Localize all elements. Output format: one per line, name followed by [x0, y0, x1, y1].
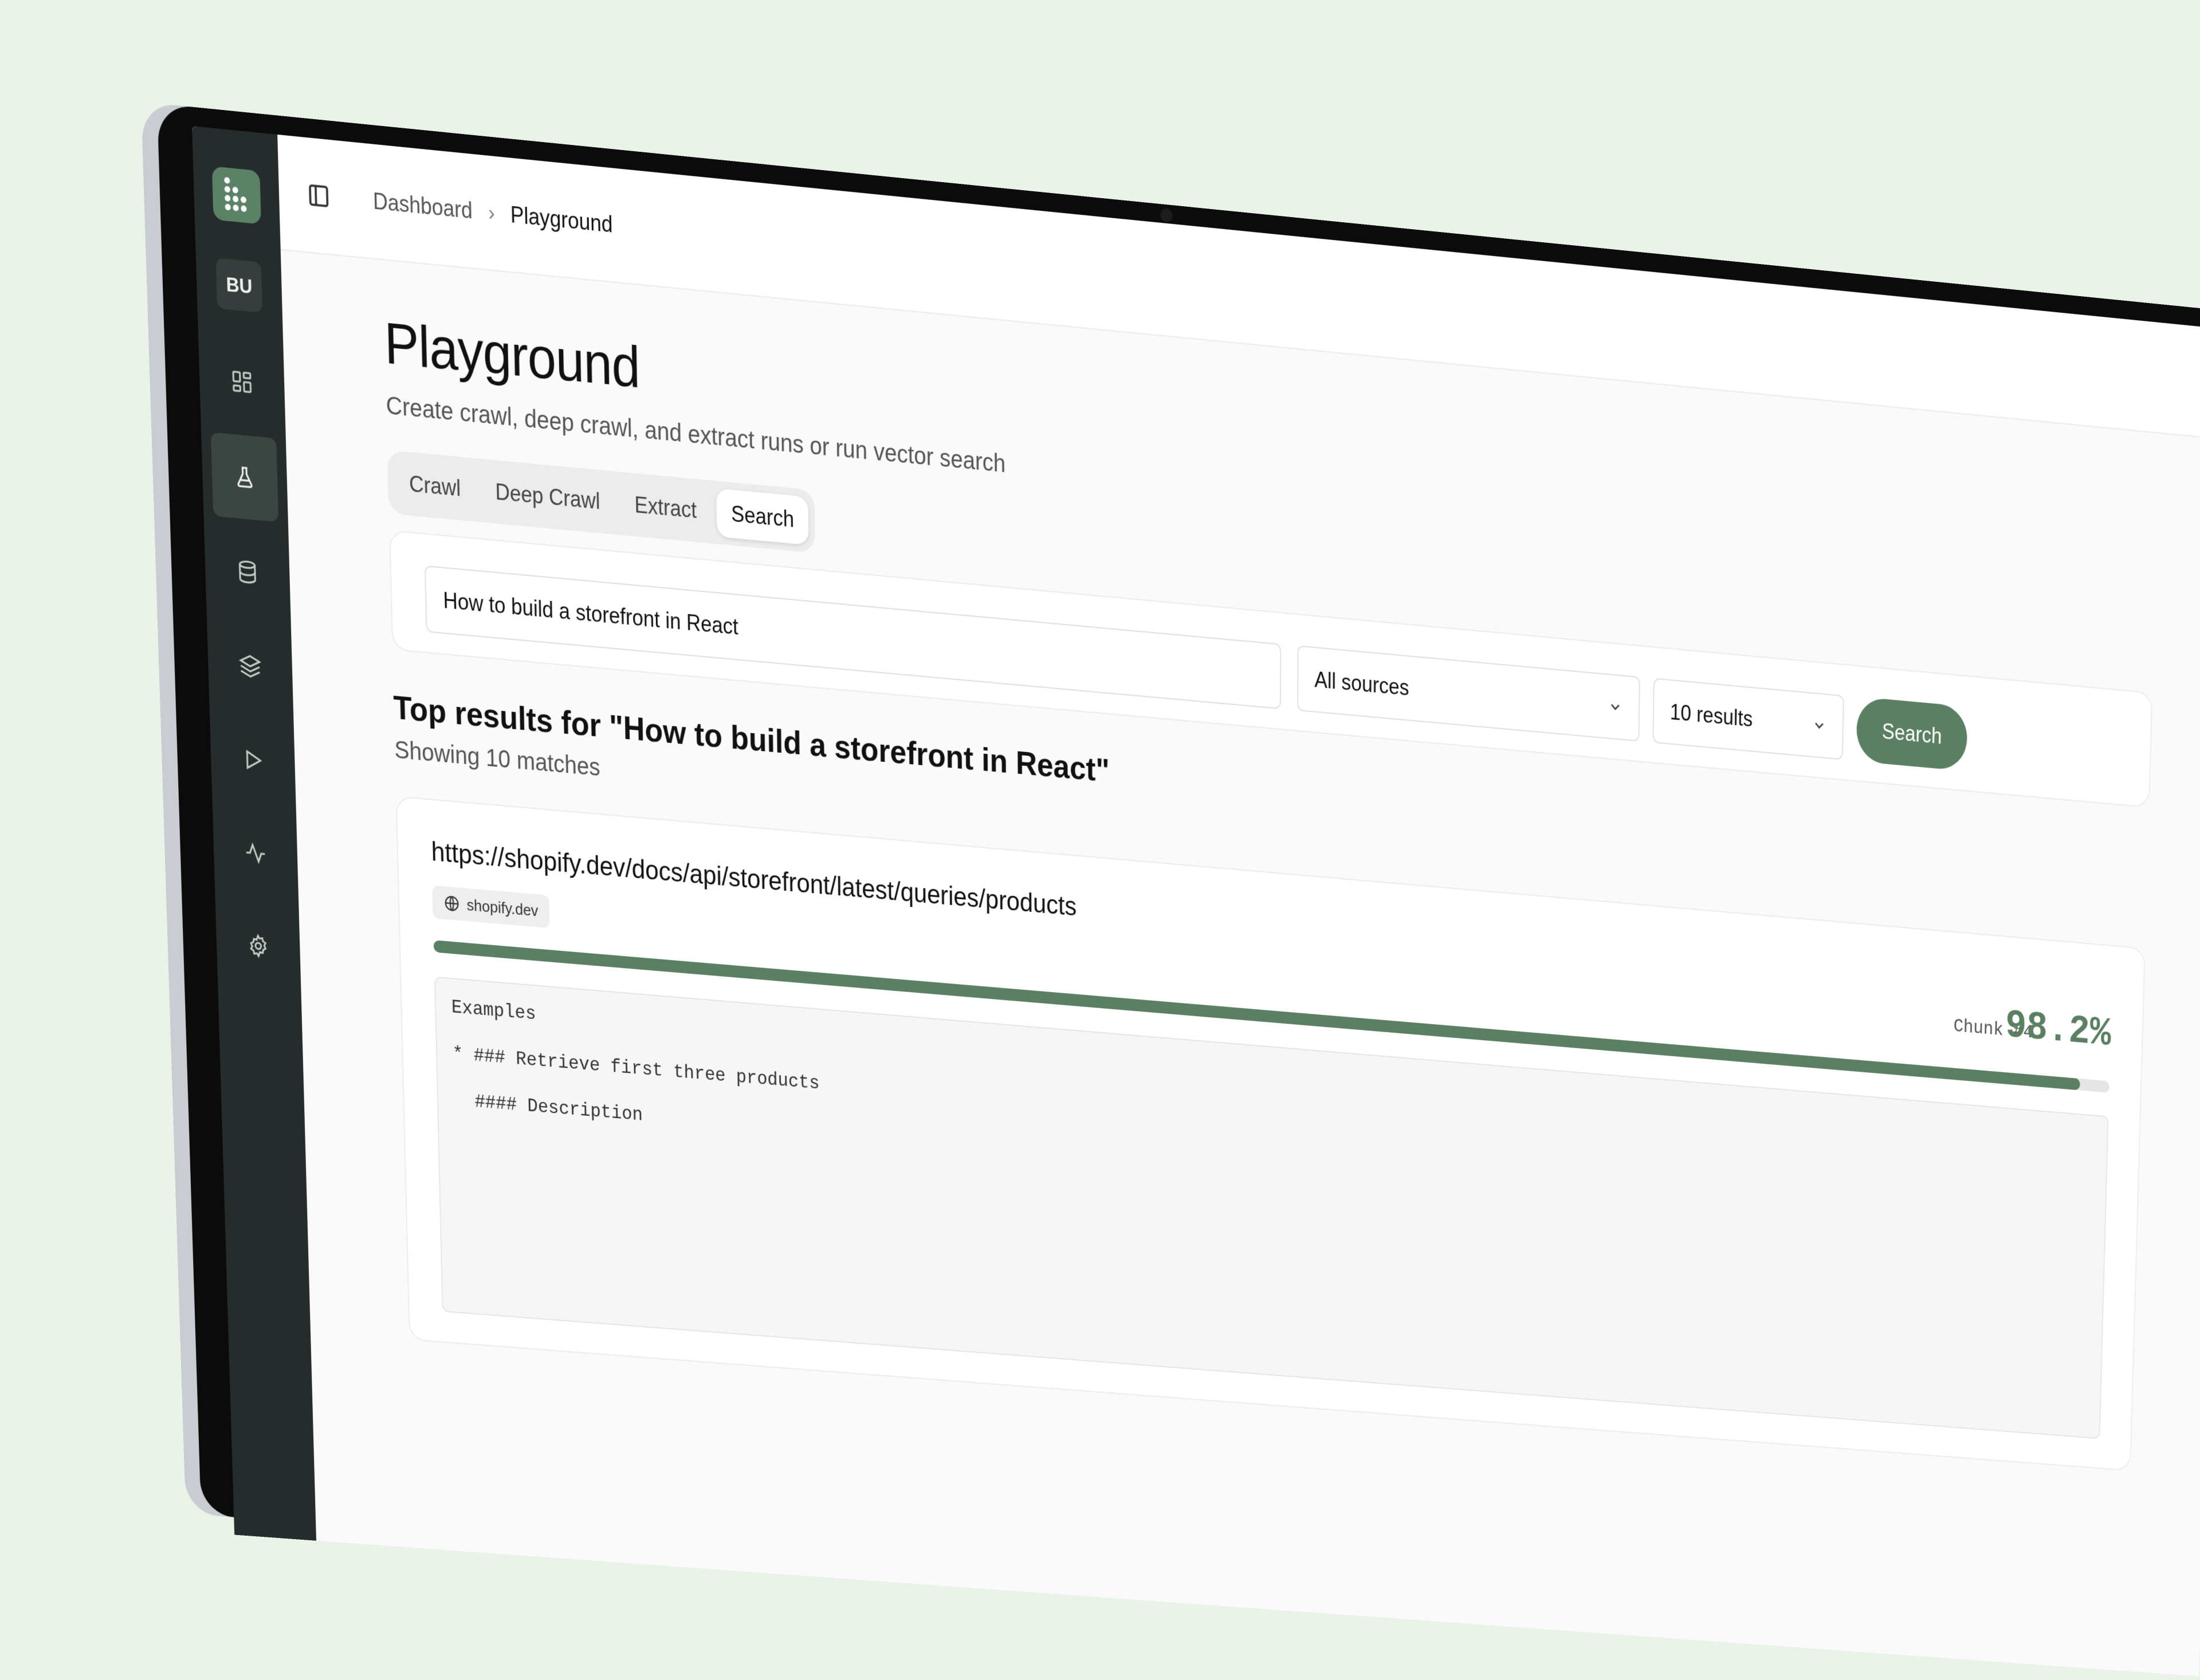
source-domain-badge: shopify.dev: [432, 885, 550, 928]
logo-dots-icon: [224, 177, 247, 213]
sidebar-item-settings[interactable]: [225, 902, 292, 989]
search-button[interactable]: Search: [1856, 697, 1968, 772]
similarity-score: 98.2%: [2005, 1003, 2112, 1057]
result-card[interactable]: https://shopify.dev/docs/api/storefront/…: [395, 796, 2146, 1472]
result-count-value: 10 results: [1669, 699, 1753, 732]
result-snippet: Examples * ### Retrieve first three prod…: [434, 976, 2109, 1439]
tab-search[interactable]: Search: [716, 488, 809, 545]
search-query-input[interactable]: [424, 565, 1282, 710]
globe-icon: [443, 894, 461, 913]
source-select-value: All sources: [1314, 667, 1409, 701]
sidebar-panel-icon: [307, 182, 331, 210]
sidebar-item-activity[interactable]: [222, 809, 289, 897]
tab-deep-crawl[interactable]: Deep Crawl: [480, 466, 615, 527]
tab-crawl[interactable]: Crawl: [394, 458, 476, 514]
source-select[interactable]: All sources: [1297, 645, 1640, 742]
user-avatar[interactable]: BU: [215, 258, 263, 313]
sidebar-toggle-button[interactable]: [307, 182, 331, 210]
sidebar-item-playground[interactable]: [210, 432, 279, 522]
tab-extract[interactable]: Extract: [620, 479, 712, 536]
chevron-right-icon: ›: [488, 200, 495, 225]
sidebar-item-dashboard[interactable]: [208, 337, 276, 427]
chevron-down-icon: [1608, 698, 1622, 716]
breadcrumb-dashboard-link[interactable]: Dashboard: [373, 188, 473, 225]
app-logo[interactable]: [211, 166, 261, 225]
activity-icon: [244, 840, 267, 867]
result-count-select[interactable]: 10 results: [1652, 678, 1844, 760]
sidebar-item-layers[interactable]: [217, 622, 284, 711]
app-window: BU Dashboard › Playground Playground Cre…: [192, 126, 2200, 1677]
layers-icon: [239, 653, 262, 680]
breadcrumb: Dashboard › Playground: [373, 188, 613, 238]
sidebar-nav: [208, 337, 292, 990]
play-icon: [241, 747, 264, 773]
gear-icon: [247, 933, 270, 959]
database-icon: [236, 558, 260, 585]
chevron-down-icon: [1812, 717, 1826, 735]
flask-icon: [233, 463, 257, 490]
source-domain-text: shopify.dev: [466, 895, 539, 920]
sidebar-item-runs[interactable]: [219, 716, 286, 804]
camera-dot: [1160, 207, 1173, 223]
grid-icon: [230, 368, 254, 396]
breadcrumb-current: Playground: [510, 201, 613, 238]
sidebar-item-database[interactable]: [214, 528, 281, 617]
main-content: Playground Create crawl, deep crawl, and…: [384, 310, 2178, 1472]
